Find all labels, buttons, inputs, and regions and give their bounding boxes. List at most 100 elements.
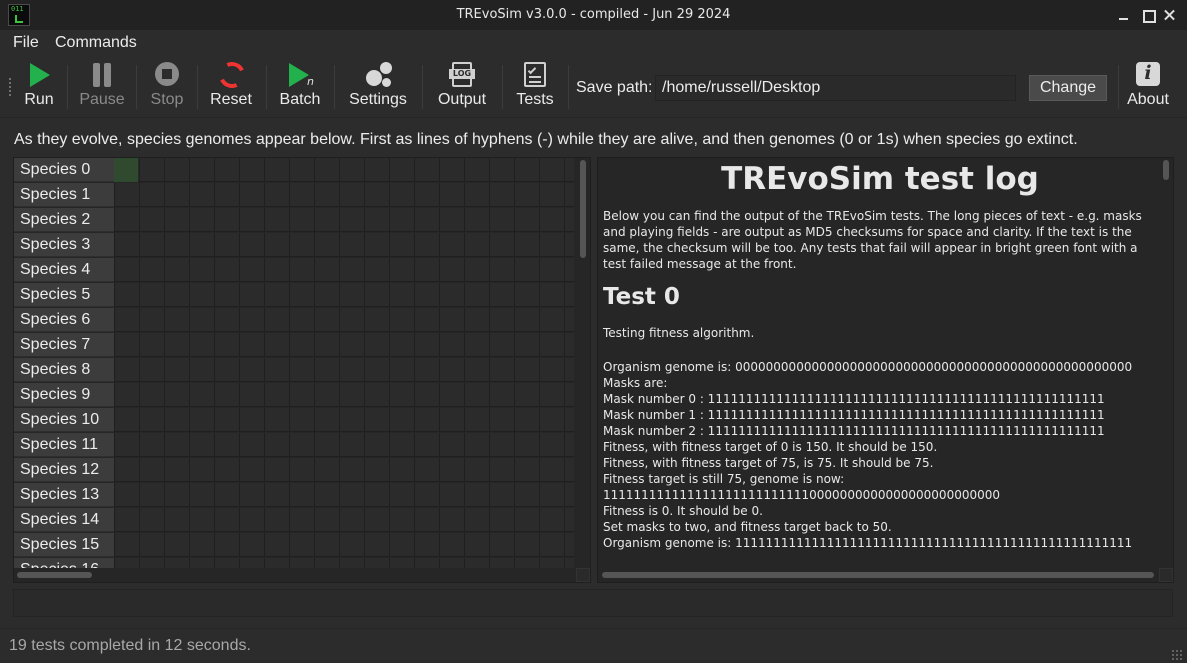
species-row: Species 15 (14, 533, 574, 558)
reset-label: Reset (210, 91, 252, 108)
species-row: Species 14 (14, 508, 574, 533)
menu-bar: File Commands (0, 30, 1187, 55)
resize-grip[interactable] (1171, 649, 1183, 661)
log-horizontal-scrollbar[interactable] (598, 568, 1159, 582)
close-icon[interactable] (1162, 7, 1178, 23)
genome-cells (114, 158, 574, 182)
species-row: Species 8 (14, 358, 574, 383)
species-genome-table[interactable]: Species 0 Species 1 Species 2 Species 3 Spec… (13, 157, 591, 583)
settings-button[interactable]: Settings (343, 61, 413, 115)
genome-cells (114, 458, 574, 482)
species-label: Species 14 (14, 508, 114, 532)
species-row: Species 5 (14, 283, 574, 308)
pause-icon (91, 61, 113, 89)
stop-icon (154, 61, 180, 89)
species-row: Species 7 (14, 333, 574, 358)
maximize-icon[interactable] (1140, 7, 1156, 23)
log-line: 1111111111111111111111111110000000000000… (603, 488, 1001, 502)
save-path-field[interactable]: /home/russell/Desktop (655, 75, 1016, 101)
species-label: Species 11 (14, 433, 114, 457)
menu-file[interactable]: File (13, 34, 39, 52)
log-vertical-scrollbar[interactable] (1159, 158, 1173, 568)
log-line: Set masks to two, and fitness target bac… (603, 520, 892, 534)
status-text: 19 tests completed in 12 seconds. (9, 637, 251, 654)
instructions-text: As they evolve, species genomes appear b… (14, 131, 1078, 148)
save-path-label: Save path: (576, 79, 653, 96)
genome-cells (114, 283, 574, 307)
window-title: TREvoSim v3.0.0 - compiled - Jun 29 2024 (456, 7, 731, 22)
species-row: Species 10 (14, 408, 574, 433)
species-label: Species 5 (14, 283, 114, 307)
species-label: Species 6 (14, 308, 114, 332)
genome-cells (114, 258, 574, 282)
batch-play-icon: n (287, 61, 314, 89)
menu-commands[interactable]: Commands (55, 34, 137, 52)
batch-label: Batch (279, 91, 321, 108)
run-label: Run (24, 91, 54, 108)
log-test-heading: Test 0 (603, 284, 680, 310)
species-row: Species 1 (14, 183, 574, 208)
species-label: Species 13 (14, 483, 114, 507)
log-scroll-corner (1159, 568, 1173, 582)
log-line: Mask number 2 : 111111111111111111111111… (603, 424, 1105, 438)
gears-icon (363, 61, 393, 89)
selected-cell[interactable] (114, 158, 138, 182)
species-label: Species 12 (14, 458, 114, 482)
species-horizontal-scrollbar[interactable] (14, 568, 576, 582)
species-label: Species 4 (14, 258, 114, 282)
genome-cells (114, 533, 574, 557)
title-bar: 011 TREvoSim v3.0.0 - compiled - Jun 29 … (0, 0, 1187, 30)
species-vertical-scrollbar[interactable] (576, 158, 590, 568)
settings-label: Settings (349, 91, 407, 108)
toolbar: Run Pause Stop Reset n Batch Settings LO… (0, 55, 1187, 118)
about-button[interactable]: i About (1122, 61, 1174, 115)
species-row: Species 9 (14, 383, 574, 408)
tests-button[interactable]: Tests (511, 61, 559, 115)
species-row: Species 13 (14, 483, 574, 508)
pause-button[interactable]: Pause (76, 61, 128, 115)
species-label: Species 0 (14, 158, 114, 182)
genome-cells (114, 358, 574, 382)
species-row: Species 4 (14, 258, 574, 283)
info-icon: i (1135, 61, 1161, 89)
species-label: Species 15 (14, 533, 114, 557)
log-line: Fitness, with fitness target of 0 is 150… (603, 440, 938, 454)
species-row: Species 12 (14, 458, 574, 483)
output-button[interactable]: LOG Output (431, 61, 493, 115)
status-bar: 19 tests completed in 12 seconds. (0, 628, 1187, 663)
log-tag: LOG (449, 69, 475, 79)
toolbar-grip[interactable] (8, 77, 12, 97)
genome-cells (114, 483, 574, 507)
stop-button[interactable]: Stop (145, 61, 189, 115)
scroll-corner (576, 568, 590, 582)
run-button[interactable]: Run (19, 61, 59, 115)
species-label: Species 2 (14, 208, 114, 232)
genome-cells (114, 233, 574, 257)
output-label: Output (437, 91, 487, 108)
change-label: Change (1039, 79, 1097, 96)
reset-button[interactable]: Reset (206, 61, 256, 115)
species-label: Species 7 (14, 333, 114, 357)
batch-button[interactable]: n Batch (275, 61, 325, 115)
log-lines: Organism genome is: 00000000000000000000… (603, 359, 1157, 551)
species-label: Species 8 (14, 358, 114, 382)
log-title: TREvoSim test log (721, 161, 1039, 197)
minimize-icon[interactable] (1116, 7, 1132, 23)
log-line: Organism genome is: 00000000000000000000… (603, 360, 1133, 374)
tests-label: Tests (516, 91, 554, 108)
log-line: Mask number 0 : 111111111111111111111111… (603, 392, 1105, 406)
species-row: Species 0 (14, 158, 574, 183)
genome-cells (114, 508, 574, 532)
species-row: Species 3 (14, 233, 574, 258)
log-line: Fitness target is still 75, genome is no… (603, 472, 845, 486)
log-line: Fitness is 0. It should be 0. (603, 504, 763, 518)
test-log-panel[interactable]: TREvoSim test log Below you can find the… (597, 157, 1174, 583)
info-glyph: i (1144, 62, 1152, 84)
log-file-icon: LOG (449, 61, 475, 89)
log-test-description: Testing fitness algorithm. (603, 326, 755, 340)
genome-cells (114, 408, 574, 432)
genome-cells (114, 183, 574, 207)
log-line: Masks are: (603, 376, 668, 390)
change-button[interactable]: Change (1029, 75, 1107, 101)
log-content: TREvoSim test log Below you can find the… (603, 158, 1157, 551)
